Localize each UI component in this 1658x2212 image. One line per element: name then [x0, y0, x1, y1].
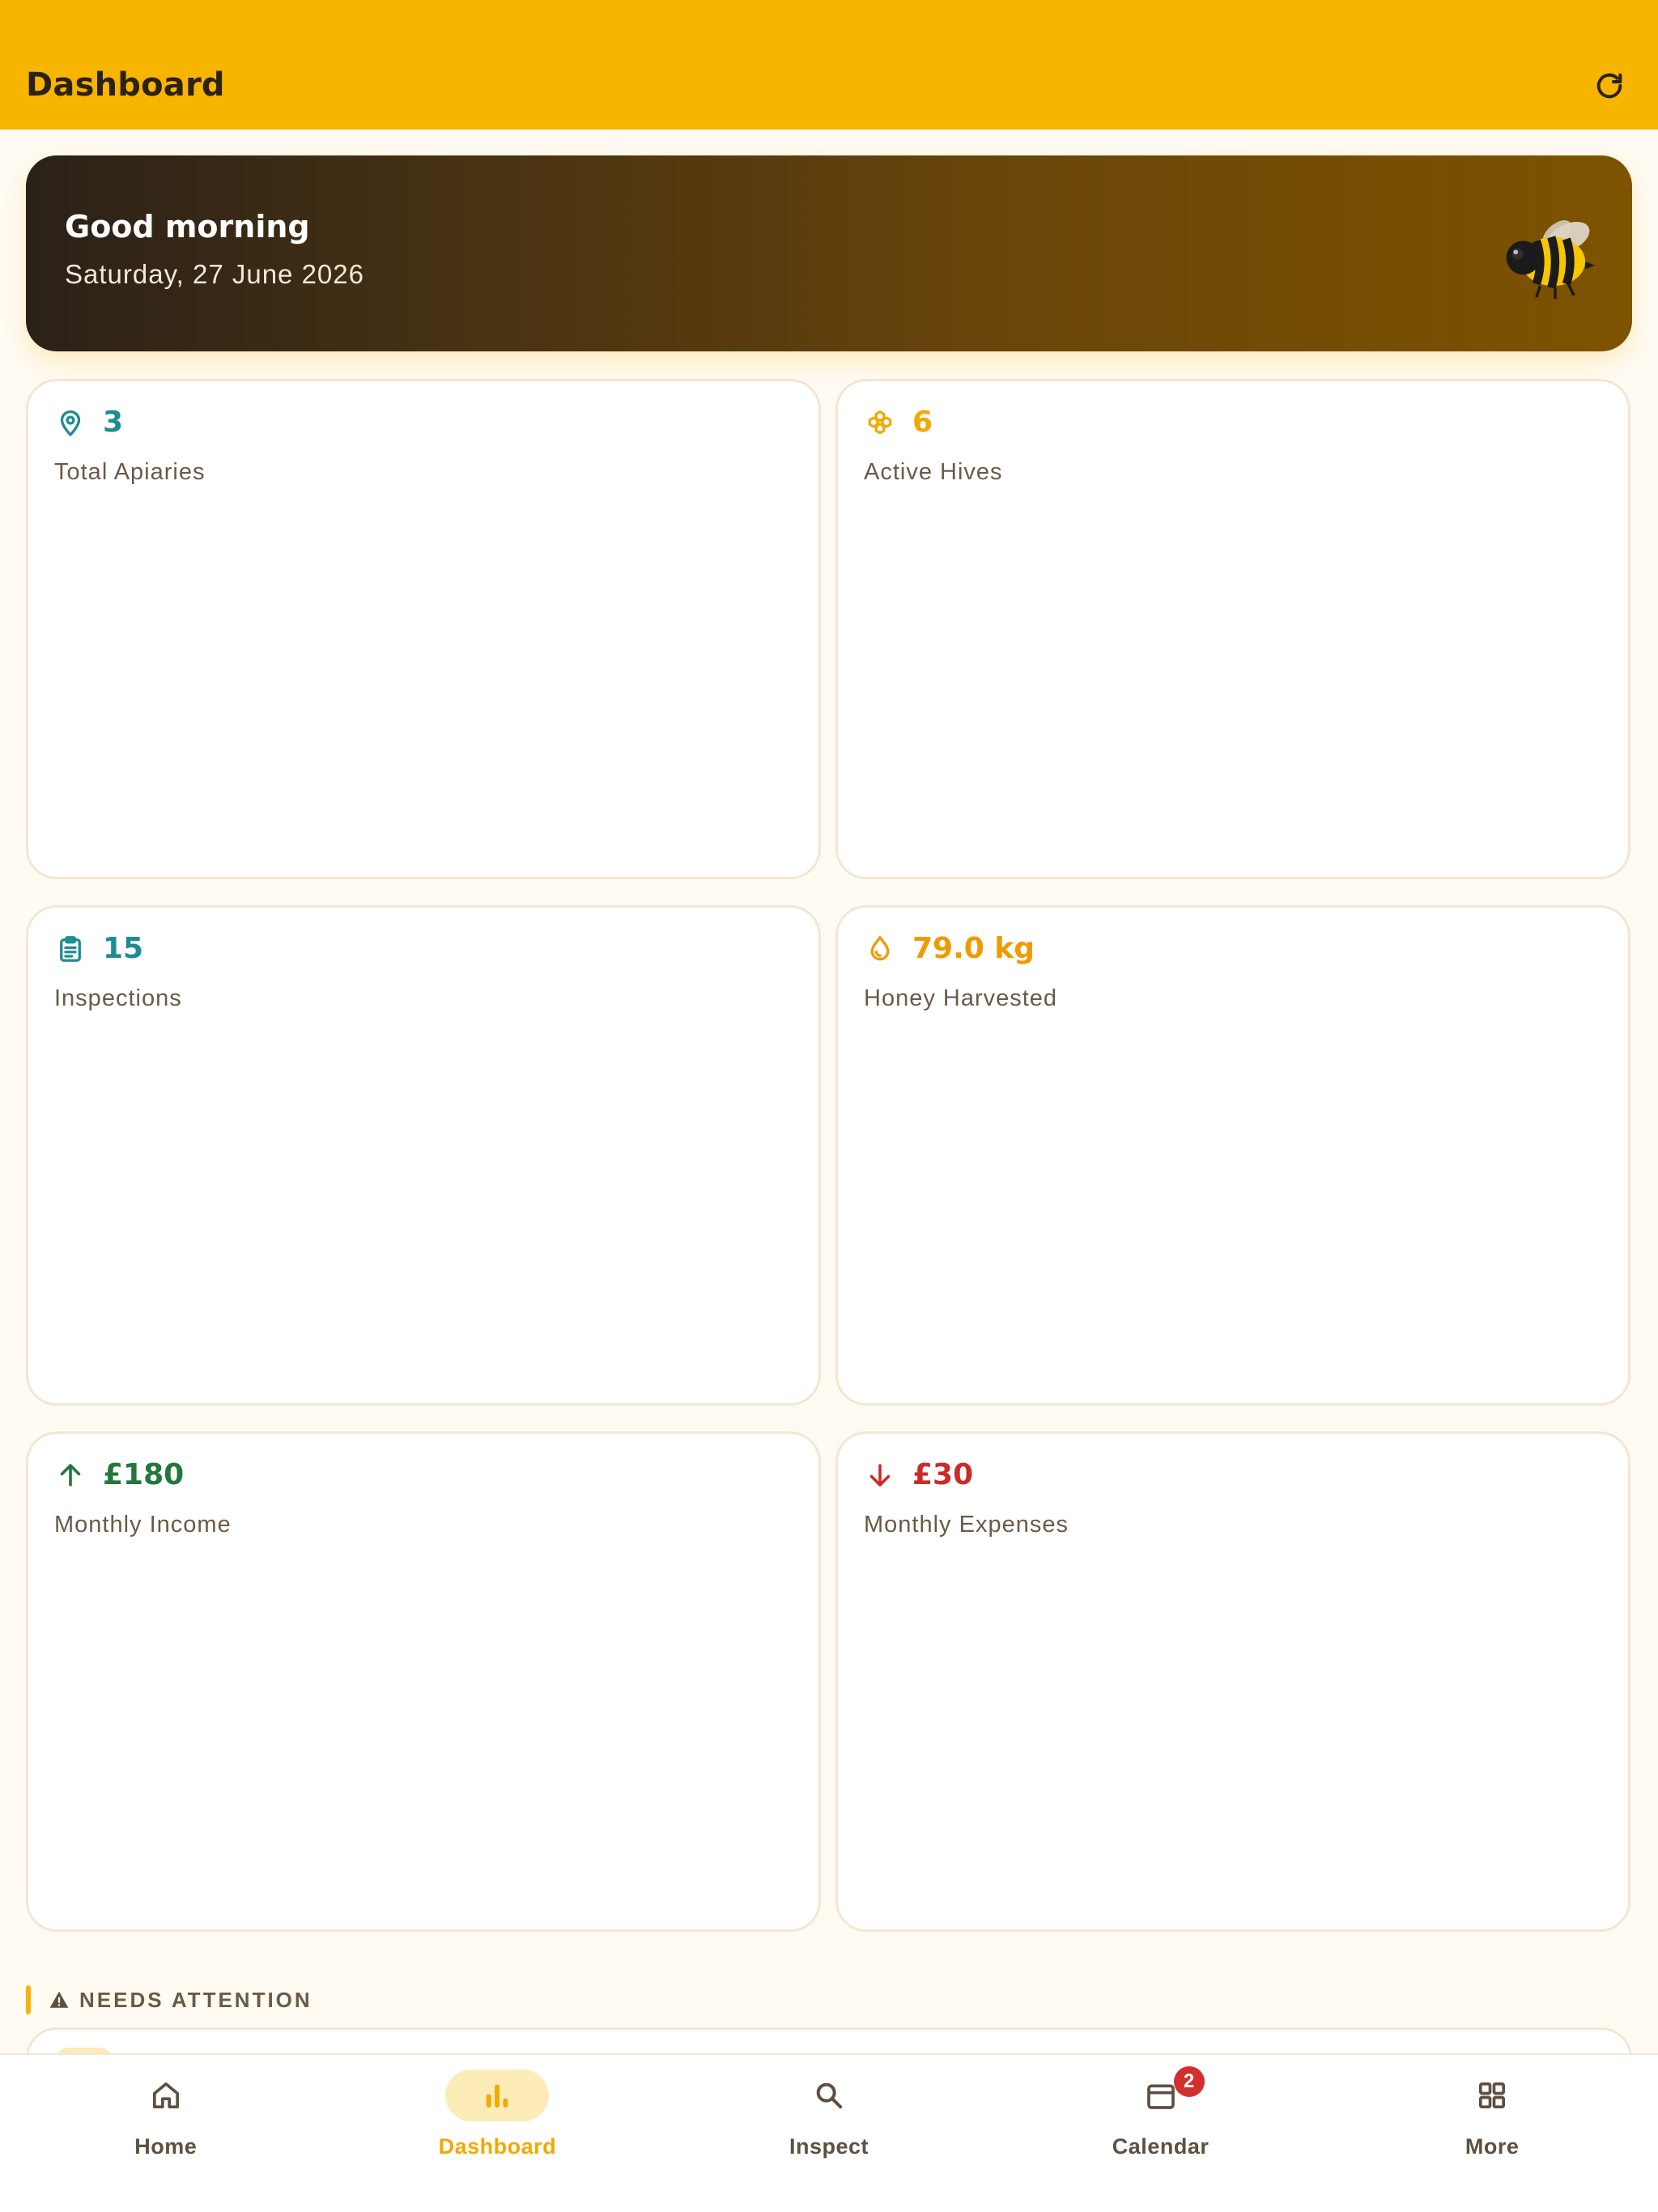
- greeting-title: Good morning: [65, 209, 310, 245]
- refresh-button[interactable]: [1587, 63, 1632, 108]
- hive-icon: [864, 406, 896, 439]
- nav-item-dashboard[interactable]: Dashboard: [332, 2055, 664, 2212]
- stat-card-monthly-income[interactable]: £180 Monthly Income: [26, 1431, 821, 1932]
- stat-label: Monthly Expenses: [864, 1512, 1069, 1538]
- page-title: Dashboard: [26, 66, 225, 104]
- notification-badge: 2: [1173, 2066, 1205, 2097]
- warning-icon: [49, 1991, 69, 2008]
- needs-attention-title: NEEDS ATTENTION: [79, 1987, 312, 2012]
- location-pin-icon: [54, 406, 87, 439]
- attention-item-card[interactable]: [26, 2027, 1632, 2053]
- bee-icon: [1506, 220, 1595, 300]
- nav-label: Home: [134, 2134, 198, 2159]
- nav-item-home[interactable]: Home: [0, 2055, 332, 2212]
- stat-value: 79.0 kg: [912, 932, 1035, 965]
- stat-card-active-hives[interactable]: 6 Active Hives: [835, 379, 1630, 879]
- stat-card-total-apiaries[interactable]: 3 Total Apiaries: [26, 379, 821, 879]
- search-icon: [816, 2082, 843, 2109]
- stat-value: 6: [912, 406, 933, 439]
- stat-label: Honey Harvested: [864, 985, 1058, 1011]
- stat-label: Monthly Income: [54, 1512, 232, 1538]
- stat-label: Total Apiaries: [54, 459, 206, 485]
- refresh-icon: [1596, 73, 1622, 99]
- stat-value: 15: [103, 932, 144, 965]
- grid-icon: [1479, 2082, 1506, 2108]
- greeting-card: Good morning Saturday, 27 June 2026: [26, 155, 1632, 351]
- calendar-icon: [1146, 2084, 1175, 2109]
- bottom-navigation: Home Dashboard Inspect 2 Calendar More: [0, 2053, 1658, 2212]
- clipboard-icon: [54, 933, 87, 965]
- stat-card-monthly-expenses[interactable]: £30 Monthly Expenses: [835, 1431, 1630, 1932]
- stat-label: Active Hives: [864, 459, 1003, 485]
- stat-label: Inspections: [54, 985, 182, 1011]
- nav-label: Calendar: [1112, 2134, 1209, 2159]
- home-icon: [152, 2082, 179, 2108]
- nav-item-calendar[interactable]: 2 Calendar: [995, 2055, 1327, 2212]
- nav-item-more[interactable]: More: [1326, 2055, 1658, 2212]
- nav-label: More: [1465, 2134, 1520, 2159]
- arrow-down-icon: [864, 1459, 896, 1491]
- stat-card-honey-harvested[interactable]: 79.0 kg Honey Harvested: [835, 905, 1630, 1406]
- stat-value: £30: [912, 1458, 974, 1491]
- nav-label: Dashboard: [438, 2134, 557, 2159]
- attention-item-icon-chip: [56, 2048, 113, 2053]
- stat-card-inspections[interactable]: 15 Inspections: [26, 905, 821, 1406]
- app-bar: Dashboard: [0, 0, 1658, 130]
- dashboard-content[interactable]: Good morning Saturday, 27 June 2026 3 To…: [0, 130, 1658, 2053]
- section-accent-bar: [26, 1985, 31, 2014]
- nav-label: Inspect: [789, 2134, 869, 2159]
- arrow-up-icon: [54, 1459, 87, 1491]
- stat-value: 3: [103, 406, 124, 439]
- stat-value: £180: [103, 1458, 185, 1491]
- needs-attention-header: NEEDS ATTENTION: [26, 1985, 312, 2014]
- nav-item-inspect[interactable]: Inspect: [663, 2055, 995, 2212]
- bar-chart-icon: [487, 2084, 508, 2108]
- greeting-date: Saturday, 27 June 2026: [65, 259, 364, 289]
- honey-drop-icon: [864, 933, 896, 965]
